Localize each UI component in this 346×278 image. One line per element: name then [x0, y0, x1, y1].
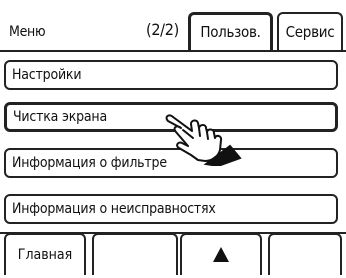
- tab-user[interactable]: Пользов.: [188, 12, 273, 50]
- up-button[interactable]: [180, 233, 262, 275]
- up-arrow-icon: [213, 247, 229, 262]
- page-title: Меню: [9, 24, 46, 40]
- menu-item-fault-info[interactable]: Информация о неисправностях: [4, 194, 338, 224]
- menu-item-settings[interactable]: Настройки: [4, 60, 338, 90]
- footer-button-empty-1[interactable]: [92, 233, 178, 275]
- header: Меню (2/2) Пользов. Сервис: [0, 0, 346, 52]
- home-button[interactable]: Главная: [4, 233, 86, 275]
- footer-button-empty-2[interactable]: [268, 233, 342, 275]
- pointing-hand-icon: [165, 114, 242, 166]
- control-panel-screen: Меню (2/2) Пользов. Сервис Настройки Чис…: [0, 0, 346, 275]
- tab-service[interactable]: Сервис: [277, 12, 343, 50]
- page-indicator: (2/2): [146, 20, 179, 39]
- header-divider: [0, 50, 346, 52]
